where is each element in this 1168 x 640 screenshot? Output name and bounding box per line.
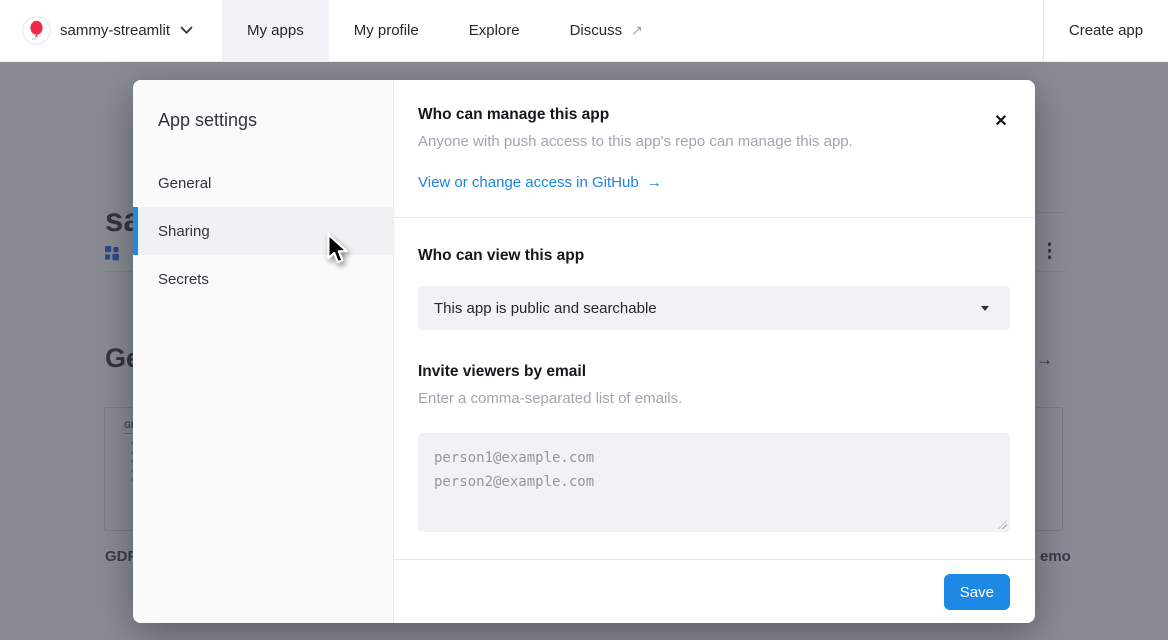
active-indicator-bar: [133, 207, 138, 255]
invite-emails-input[interactable]: [418, 433, 1010, 532]
sidebar-item-secrets[interactable]: Secrets: [133, 255, 393, 303]
top-navbar: sammy-streamlit My apps My profile Explo…: [0, 0, 1168, 62]
save-button[interactable]: Save: [944, 574, 1010, 610]
app-settings-modal: App settings General Sharing Secrets ✕ W…: [133, 80, 1035, 623]
invite-heading: Invite viewers by email: [418, 363, 1010, 381]
settings-sidebar: App settings General Sharing Secrets: [133, 80, 394, 623]
tab-explore[interactable]: Explore: [444, 0, 545, 61]
manage-subtitle: Anyone with push access to this app's re…: [418, 133, 1010, 150]
tab-my-profile[interactable]: My profile: [329, 0, 444, 61]
arrow-right-icon: →: [647, 174, 662, 191]
close-icon[interactable]: ✕: [990, 110, 1012, 132]
workspace-name: sammy-streamlit: [60, 22, 170, 39]
invite-emails-field-wrap: [418, 433, 1010, 532]
external-link-icon: ↗: [631, 22, 643, 39]
tab-discuss[interactable]: Discuss ↗: [545, 0, 668, 61]
nav-tabs: My apps My profile Explore Discuss ↗: [222, 0, 668, 61]
sidebar-item-general[interactable]: General: [133, 159, 393, 207]
tab-explore-label: Explore: [469, 22, 520, 39]
view-section: Who can view this app This app is public…: [394, 218, 1035, 560]
tab-my-profile-label: My profile: [354, 22, 419, 39]
sidebar-item-label: Secrets: [158, 271, 209, 288]
settings-title: App settings: [133, 80, 393, 131]
sidebar-item-label: General: [158, 175, 211, 192]
workspace-switcher[interactable]: sammy-streamlit: [0, 0, 222, 61]
tab-my-apps-label: My apps: [247, 22, 304, 39]
github-access-link-label: View or change access in GitHub: [418, 174, 639, 191]
sidebar-item-label: Sharing: [158, 223, 210, 240]
sharing-settings-panel: ✕ Who can manage this app Anyone with pu…: [394, 80, 1035, 623]
tab-discuss-label: Discuss: [570, 22, 623, 39]
create-app-button[interactable]: Create app: [1069, 22, 1143, 39]
manage-heading: Who can manage this app: [418, 106, 1010, 124]
modal-footer: Save: [394, 560, 1035, 623]
view-heading: Who can view this app: [418, 247, 1010, 265]
sidebar-item-sharing[interactable]: Sharing: [133, 207, 393, 255]
visibility-select-value: This app is public and searchable: [434, 300, 981, 317]
invite-subtitle: Enter a comma-separated list of emails.: [418, 390, 1010, 407]
chevron-down-icon: [180, 26, 193, 35]
manage-section: Who can manage this app Anyone with push…: [394, 80, 1035, 218]
github-access-link[interactable]: View or change access in GitHub →: [418, 174, 662, 191]
visibility-select[interactable]: This app is public and searchable: [418, 286, 1010, 330]
create-app-area: Create app: [1043, 0, 1168, 61]
tab-my-apps[interactable]: My apps: [222, 0, 329, 61]
mouse-cursor-icon: [326, 233, 354, 270]
streamlit-balloon-logo-icon: [22, 16, 51, 45]
caret-down-icon: [981, 306, 989, 311]
